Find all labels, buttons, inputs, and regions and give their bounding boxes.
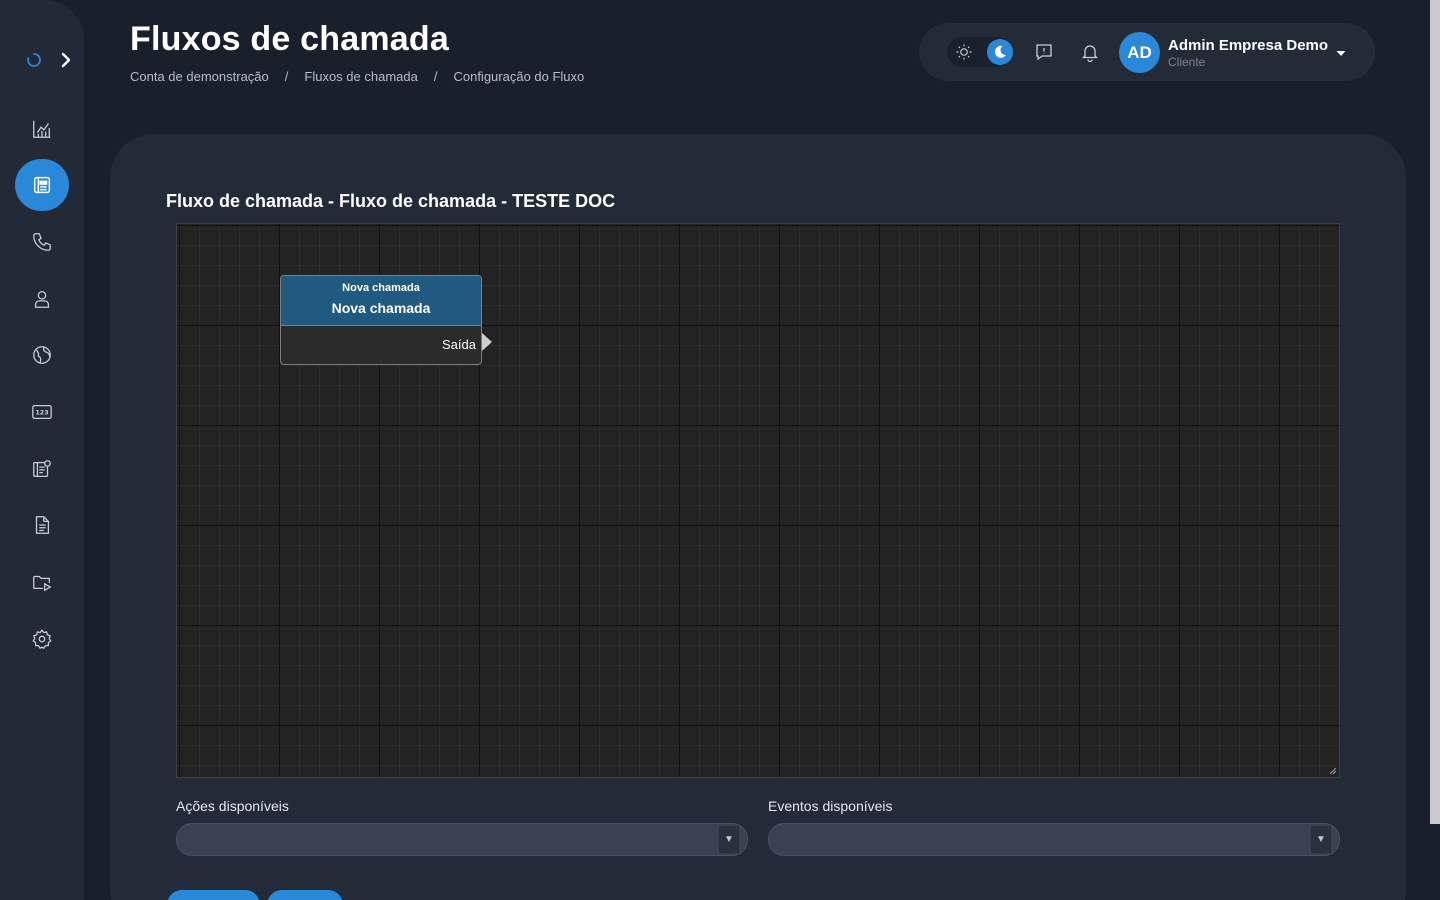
document-icon (35, 516, 50, 534)
breadcrumb-separator: / (433, 69, 438, 84)
sidebar-item-dashboard[interactable] (15, 103, 69, 155)
secondary-action-button[interactable] (267, 890, 343, 900)
breadcrumb-item-account[interactable]: Conta de demonstração (130, 69, 269, 84)
sun-icon[interactable] (955, 43, 973, 61)
loading-logo-icon (27, 53, 41, 67)
sidebar-item-reports[interactable] (15, 499, 69, 551)
sidebar-item-settings[interactable] (15, 613, 69, 665)
chat-alert-icon[interactable] (1034, 42, 1054, 62)
user-name[interactable]: Admin Empresa Demo (1168, 37, 1328, 54)
flow-canvas[interactable]: Nova chamada Nova chamada Saída (176, 223, 1340, 778)
actions-label: Ações disponíveis (176, 798, 289, 814)
page-scrollbar[interactable] (1430, 0, 1440, 824)
sidebar-item-global[interactable] (15, 329, 69, 381)
top-bar: AD Admin Empresa Demo Cliente (919, 23, 1375, 81)
media-folder-icon (33, 575, 52, 592)
sidebar: 123 (0, 0, 84, 900)
actions-select-arrow[interactable]: ▼ (719, 826, 739, 853)
bell-icon[interactable] (1080, 42, 1100, 62)
gear-icon (32, 629, 52, 649)
canvas-resize-handle-icon[interactable] (1329, 767, 1337, 775)
user-icon (34, 291, 50, 308)
phonebook-icon (33, 176, 51, 194)
phone-icon (33, 233, 51, 251)
moon-icon (994, 45, 1006, 58)
contact-list-icon (33, 460, 51, 477)
actions-select[interactable]: ▼ (176, 823, 748, 856)
page-title: Fluxos de chamada (130, 20, 449, 58)
caret-down-icon[interactable] (1335, 47, 1347, 59)
breadcrumb-item-flow-config: Configuração do Fluxo (453, 69, 585, 84)
globe-icon (33, 346, 51, 364)
breadcrumb-item-call-flows[interactable]: Fluxos de chamada (304, 69, 417, 84)
events-select-arrow[interactable]: ▼ (1311, 826, 1331, 853)
user-role: Cliente (1168, 55, 1206, 69)
expand-sidebar-chevron-icon[interactable] (58, 52, 74, 68)
sidebar-item-media[interactable] (15, 556, 69, 608)
theme-toggle[interactable] (947, 37, 1013, 67)
breadcrumb-separator: / (284, 69, 289, 84)
events-select[interactable]: ▼ (768, 823, 1340, 856)
svg-text:123: 123 (35, 408, 48, 416)
flow-title: Fluxo de chamada - Fluxo de chamada - TE… (166, 191, 616, 211)
events-label: Eventos disponíveis (768, 798, 893, 814)
sidebar-item-calls[interactable] (15, 216, 69, 268)
sidebar-item-contacts[interactable] (15, 443, 69, 495)
sidebar-item-call-flows[interactable] (15, 159, 69, 211)
flow-node-new-call[interactable]: Nova chamada Nova chamada Saída (280, 275, 492, 365)
chart-icon (33, 120, 51, 138)
sidebar-item-numbers[interactable]: 123 (15, 386, 69, 438)
sidebar-top (22, 48, 78, 76)
sidebar-item-users[interactable] (15, 273, 69, 325)
flow-node-name: Nova chamada (331, 300, 431, 316)
flow-node-type: Nova chamada (342, 282, 420, 294)
dark-mode-button[interactable] (987, 39, 1013, 65)
numpad-123-icon: 123 (32, 404, 52, 420)
flow-node-header[interactable]: Nova chamada Nova chamada (281, 276, 481, 326)
flow-node-output-label: Saída (442, 337, 476, 352)
breadcrumb: Conta de demonstração / Fluxos de chamad… (130, 69, 584, 84)
chevron-down-icon: ▼ (724, 834, 734, 845)
chevron-down-icon: ▼ (1316, 834, 1326, 845)
flow-node-output-port[interactable] (482, 333, 492, 351)
avatar[interactable]: AD (1119, 32, 1160, 73)
primary-action-button[interactable] (167, 890, 260, 900)
